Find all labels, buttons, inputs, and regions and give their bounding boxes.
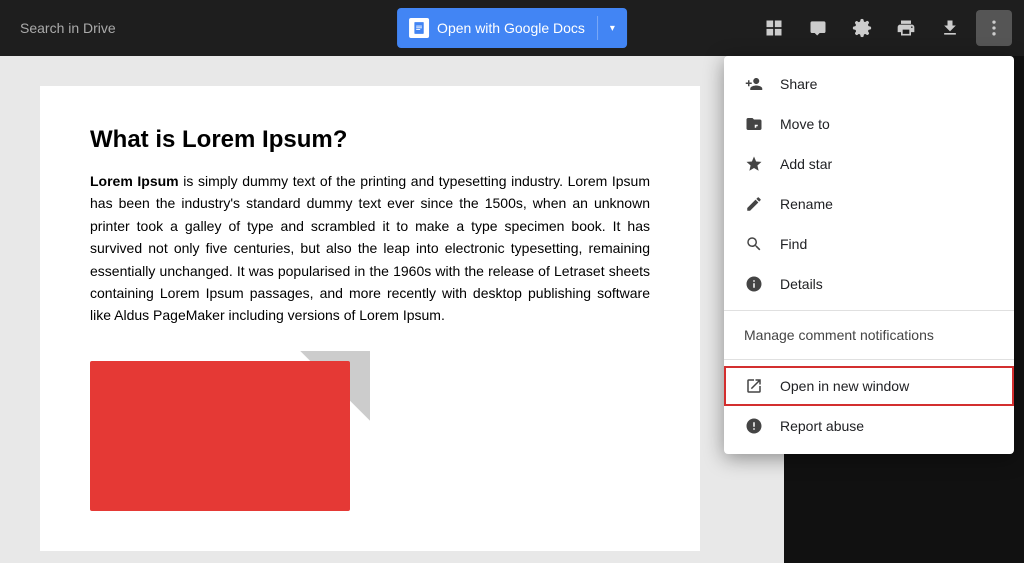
doc-page: What is Lorem Ipsum? Lorem Ipsum is simp…	[40, 86, 700, 551]
info-icon	[744, 274, 764, 294]
menu-item-report-abuse[interactable]: Report abuse	[724, 406, 1014, 446]
report-abuse-label: Report abuse	[780, 418, 864, 434]
menu-item-rename[interactable]: Rename	[724, 184, 1014, 224]
doc-body: Lorem Ipsum is simply dummy text of the …	[90, 170, 650, 327]
print-button[interactable]	[888, 10, 924, 46]
image-red-block	[90, 361, 350, 511]
open-in-new-icon	[744, 376, 764, 396]
manage-comment-label: Manage comment notifications	[724, 317, 1014, 353]
docs-icon	[409, 18, 429, 38]
menu-item-find[interactable]: Find	[724, 224, 1014, 264]
folder-move-icon	[744, 114, 764, 134]
open-with-google-docs-button[interactable]: Open with Google Docs ▾	[397, 8, 627, 48]
search-icon	[744, 234, 764, 254]
share-label: Share	[780, 76, 817, 92]
doc-heading: What is Lorem Ipsum?	[90, 126, 650, 154]
star-icon	[744, 154, 764, 174]
edit-icon	[744, 194, 764, 214]
search-area: Search in Drive	[12, 20, 756, 36]
toolbar: Search in Drive Open with Google Docs ▾	[0, 0, 1024, 56]
toolbar-right	[756, 10, 1012, 46]
dropdown-menu: Share Move to Add star Rename Find Detai…	[724, 56, 1014, 454]
rename-label: Rename	[780, 196, 833, 212]
person-add-icon	[744, 74, 764, 94]
document-area: What is Lorem Ipsum? Lorem Ipsum is simp…	[0, 56, 784, 563]
comment-button[interactable]	[800, 10, 836, 46]
menu-divider-1	[724, 310, 1014, 311]
menu-item-share[interactable]: Share	[724, 64, 1014, 104]
menu-item-add-star[interactable]: Add star	[724, 144, 1014, 184]
open-with-label: Open with Google Docs	[437, 20, 585, 36]
add-star-label: Add star	[780, 156, 832, 172]
report-icon	[744, 416, 764, 436]
grid-view-button[interactable]	[756, 10, 792, 46]
menu-item-move-to[interactable]: Move to	[724, 104, 1014, 144]
more-options-button[interactable]	[976, 10, 1012, 46]
move-to-label: Move to	[780, 116, 830, 132]
open-new-window-label: Open in new window	[780, 378, 909, 394]
chevron-down-icon: ▾	[610, 23, 615, 34]
download-button[interactable]	[932, 10, 968, 46]
menu-item-details[interactable]: Details	[724, 264, 1014, 304]
find-label: Find	[780, 236, 807, 252]
button-divider	[597, 16, 598, 40]
menu-item-open-new-window[interactable]: Open in new window	[724, 366, 1014, 406]
settings-button[interactable]	[844, 10, 880, 46]
details-label: Details	[780, 276, 823, 292]
menu-divider-2	[724, 359, 1014, 360]
doc-image	[90, 351, 370, 511]
